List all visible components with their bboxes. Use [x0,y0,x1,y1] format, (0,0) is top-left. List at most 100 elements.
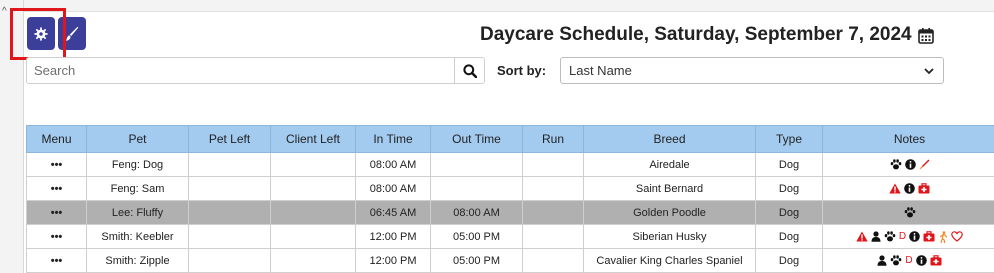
col-type[interactable]: Type [755,125,823,153]
pet-left-cell [188,200,271,225]
pet-left-cell [188,152,271,177]
selection-highlight [10,8,66,60]
info-icon[interactable] [909,231,920,242]
client-left-cell [270,248,356,273]
medkit-icon[interactable] [923,231,935,242]
schedule-table: Menu Pet Pet Left Client Left In Time Ou… [26,125,994,273]
in-time-cell: 12:00 PM [355,248,431,273]
warning-icon[interactable] [889,183,901,194]
col-pet[interactable]: Pet [86,125,189,153]
pet-cell: Smith: Zipple [86,248,189,273]
table-row[interactable]: ••• Feng: Sam 08:00 AM Saint Bernard Dog [26,176,994,201]
table-row[interactable]: ••• Smith: Zipple 12:00 PM 05:00 PM Cavalier… [26,248,994,273]
sort-select[interactable]: Last Name [560,57,944,84]
client-left-cell [270,224,356,249]
col-menu[interactable]: Menu [26,125,87,153]
in-time-cell: 08:00 AM [355,176,431,201]
notes-cell: D [822,248,994,273]
page-header: Daycare Schedule, Saturday, September 7,… [480,24,934,46]
row-menu-button[interactable]: ••• [26,224,87,249]
breed-cell: Saint Bernard [583,176,756,201]
warning-icon[interactable] [856,231,868,242]
type-cell: Dog [755,248,823,273]
notes-cell: D [822,224,994,249]
breed-cell: Golden Poodle [583,200,756,225]
user-icon[interactable] [871,231,881,242]
heart-icon[interactable] [951,231,963,242]
sort-selected-value: Last Name [569,63,632,78]
info-icon[interactable] [904,183,915,194]
type-cell: Dog [755,152,823,177]
col-client-left[interactable]: Client Left [270,125,356,153]
paw-icon[interactable] [890,159,902,170]
search-button[interactable] [455,57,485,84]
person-walking-icon[interactable] [938,230,948,243]
col-out-time[interactable]: Out Time [430,125,523,153]
calendar-icon[interactable] [917,27,934,44]
run-cell [522,176,584,201]
run-cell [522,224,584,249]
notes-cell [822,152,994,177]
client-left-cell [270,152,356,177]
breed-cell: Cavalier King Charles Spaniel [583,248,756,273]
medkit-icon[interactable] [930,255,942,266]
info-icon[interactable] [915,255,927,266]
out-time-cell [430,152,523,177]
col-in-time[interactable]: In Time [355,125,431,153]
d-letter: D [898,231,907,242]
out-time-cell [430,176,523,201]
col-pet-left[interactable]: Pet Left [188,125,271,153]
out-time-cell: 08:00 AM [430,200,523,225]
row-menu-button[interactable]: ••• [26,176,87,201]
table-row[interactable]: ••• Smith: Keebler 12:00 PM 05:00 PM Siberia… [26,224,994,249]
chevron-down-icon [924,68,934,75]
info-icon[interactable] [904,159,916,170]
sort-label: Sort by: [497,63,547,78]
table-header-row: Menu Pet Pet Left Client Left In Time Ou… [26,125,994,153]
pet-left-cell [188,224,271,249]
pet-left-cell [188,176,271,201]
in-time-cell: 12:00 PM [355,224,431,249]
medkit-icon[interactable] [918,183,930,194]
col-run[interactable]: Run [522,125,584,153]
page-title: Daycare Schedule, Saturday, September 7,… [480,24,912,45]
col-breed[interactable]: Breed [583,125,756,153]
type-cell: Dog [755,224,823,249]
user-icon[interactable] [877,255,887,266]
type-cell: Dog [755,200,823,225]
out-time-cell: 05:00 PM [430,224,523,249]
pet-cell: Feng: Dog [86,152,189,177]
client-left-cell [270,176,356,201]
pet-cell: Smith: Keebler [86,224,189,249]
run-cell [522,152,584,177]
in-time-cell: 08:00 AM [355,152,431,177]
paw-icon[interactable] [884,231,896,242]
run-cell [522,248,584,273]
caret-up-icon[interactable]: ^ [2,6,7,17]
run-cell [522,200,584,225]
row-menu-button[interactable]: ••• [26,152,87,177]
pet-left-cell [188,248,271,273]
paw-icon[interactable] [890,255,902,266]
notes-cell [822,176,994,201]
col-notes[interactable]: Notes [822,125,994,153]
pet-cell: Feng: Sam [86,176,189,201]
breed-cell: Siberian Husky [583,224,756,249]
row-menu-button[interactable]: ••• [26,200,87,225]
in-time-cell: 06:45 AM [355,200,431,225]
search-icon [462,63,477,78]
type-cell: Dog [755,176,823,201]
notes-cell [822,200,994,225]
paw-icon[interactable] [904,207,916,218]
out-time-cell: 05:00 PM [430,248,523,273]
top-strip [24,0,994,12]
table-row[interactable]: ••• Lee: Fluffy 06:45 AM 08:00 AM Golden Poo… [26,200,994,225]
paint-brush-icon [65,26,79,41]
search-input[interactable] [26,57,455,84]
pet-cell: Lee: Fluffy [86,200,189,225]
breed-cell: Airedale [583,152,756,177]
d-letter: D [905,255,913,266]
table-row[interactable]: ••• Feng: Dog 08:00 AM Airedale Dog [26,152,994,177]
row-menu-button[interactable]: ••• [26,248,87,273]
syringe-icon[interactable] [919,159,930,170]
